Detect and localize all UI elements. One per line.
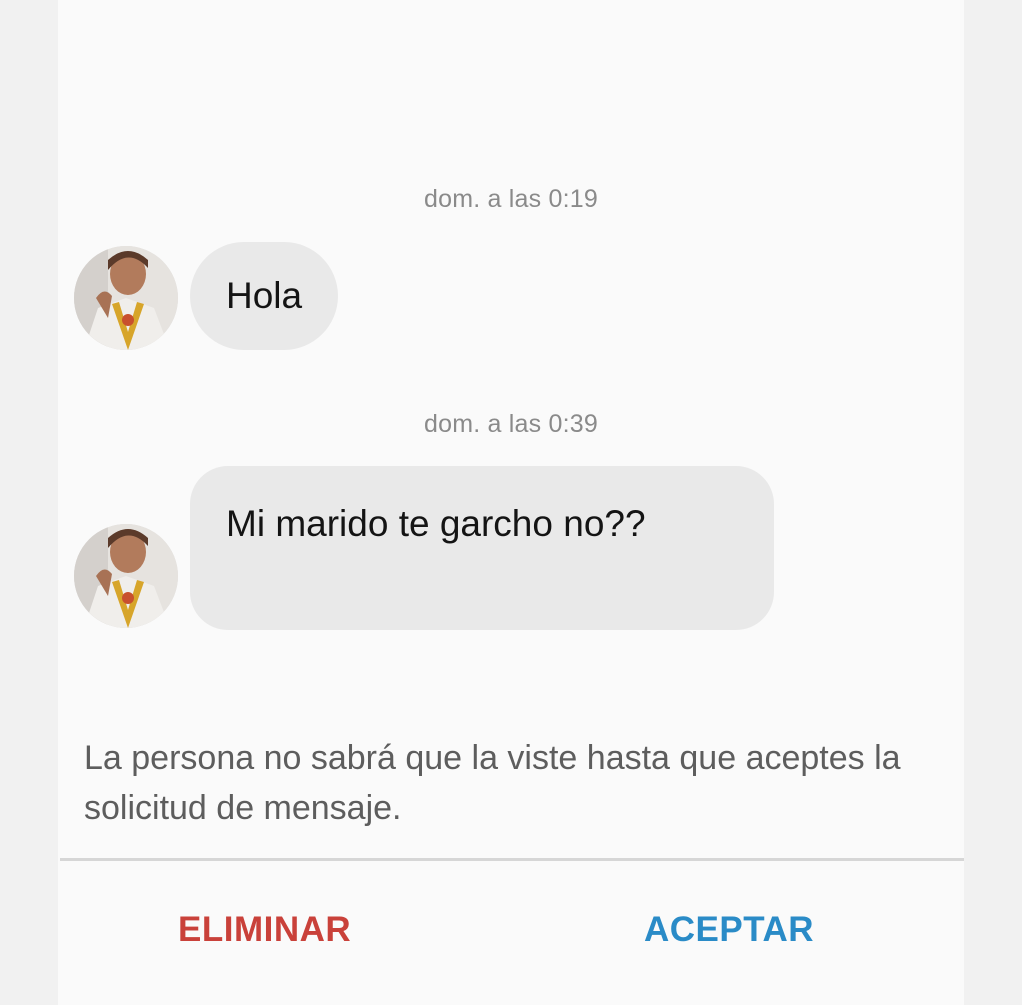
sender-avatar[interactable] [74, 524, 178, 628]
message-bubble[interactable]: Mi marido te garcho no?? [190, 466, 774, 630]
message-request-notice: La persona no sabrá que la viste hasta q… [84, 739, 901, 827]
message-timestamp: dom. a las 0:19 [424, 185, 598, 213]
message-request-screen: dom. a las 0:19 Hola dom. a las 0:39 Mi … [58, 0, 964, 1005]
message-timestamp: dom. a las 0:39 [424, 410, 598, 438]
message-bubble[interactable]: Hola [190, 242, 339, 350]
avatar-photo [74, 246, 178, 350]
delete-button[interactable]: ELIMINAR [178, 910, 351, 950]
divider [60, 858, 964, 861]
avatar-photo [74, 524, 178, 628]
sender-avatar[interactable] [74, 246, 178, 350]
accept-button[interactable]: ACEPTAR [644, 910, 814, 950]
